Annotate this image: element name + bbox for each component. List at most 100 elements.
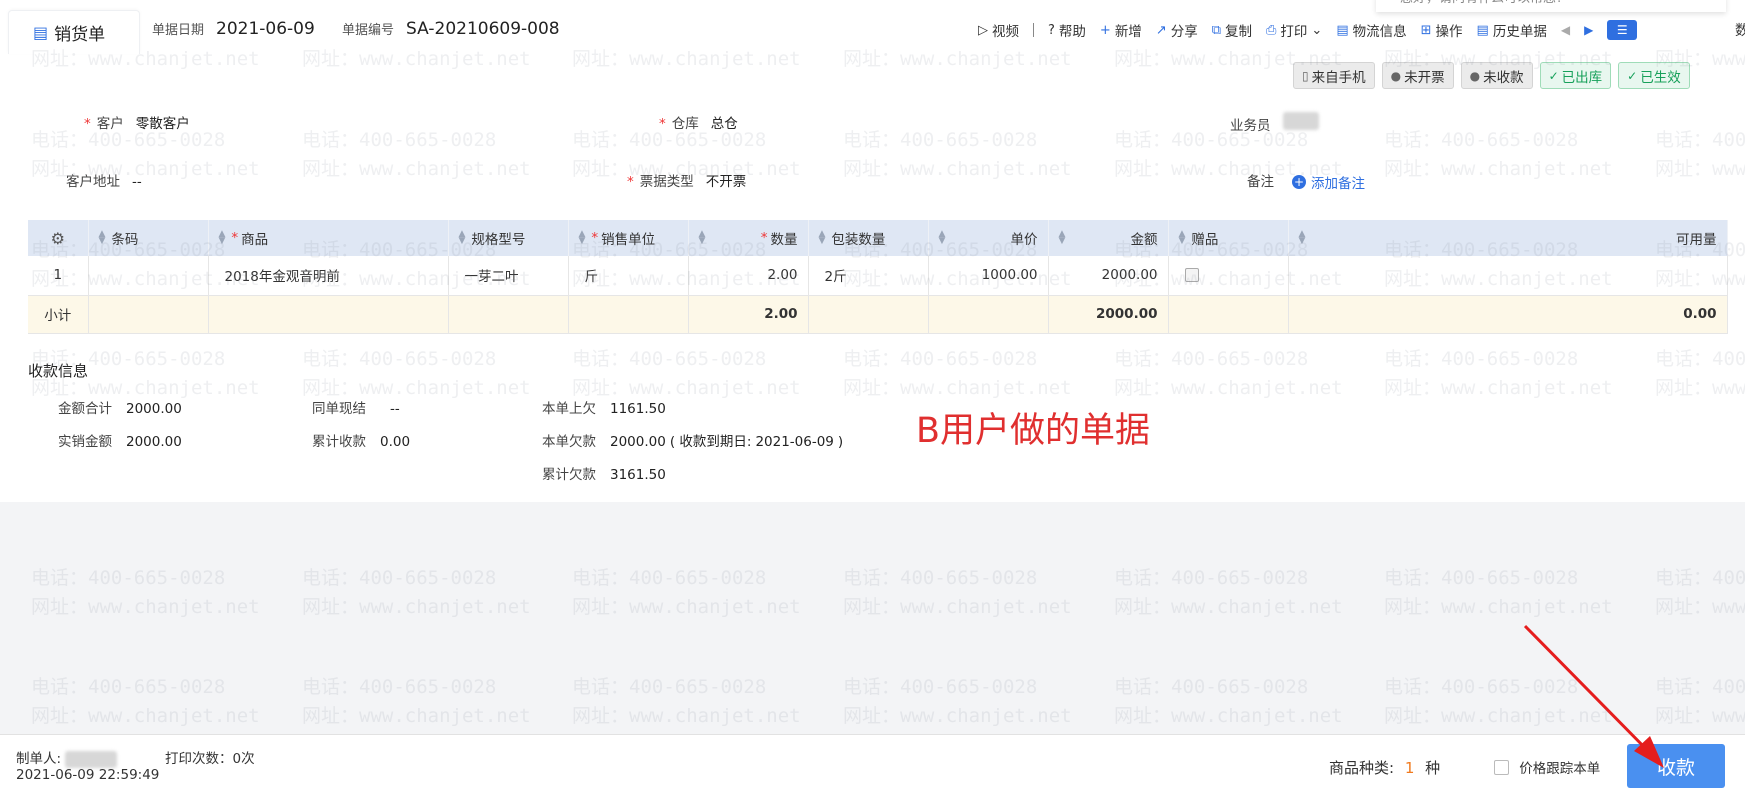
status-badge: ✓ 已生效	[1618, 62, 1690, 89]
gear-icon[interactable]: ⚙	[51, 229, 65, 248]
doc-number-value: SA-20210609-008	[406, 19, 560, 39]
warehouse-field[interactable]: * 仓库 总仓	[659, 112, 738, 132]
sort-icon[interactable]: ▲ ▼	[99, 230, 106, 246]
help-button[interactable]: ? 帮助	[1048, 20, 1086, 41]
payment-owed: 本单欠款 2000.00 ( 收款到期日: 2021-06-09 )	[542, 434, 844, 450]
column-product[interactable]: ▲ ▼ * 商品	[208, 220, 449, 256]
subtotal-row: 小计 2.00 2000.00 0.00	[28, 295, 1728, 334]
column-pack-qty[interactable]: ▲ ▼ 包装数量	[808, 220, 929, 256]
add-note-button[interactable]: + 添加备注	[1292, 172, 1365, 192]
print-count: 打印次数：0次	[165, 751, 255, 767]
column-barcode[interactable]: ▲ ▼ 条码	[88, 220, 209, 256]
print-button[interactable]: ⎙ 打印 ⌄	[1266, 20, 1322, 41]
sort-icon[interactable]: ▲ ▼	[579, 230, 586, 246]
chat-popup[interactable]: 您好，请问有什么可以帮您?	[1376, 0, 1726, 12]
invoice-type-field[interactable]: * 票据类型 不开票	[627, 170, 746, 190]
share-button[interactable]: ↗ 分享	[1156, 20, 1198, 41]
printer-icon: ⎙	[1266, 22, 1277, 38]
table-row[interactable]: 1 2018年金观音明前 一芽二叶 斤 2.00 2斤 1000.00 2000…	[28, 256, 1728, 296]
required-mark: *	[659, 116, 666, 132]
required-mark: *	[84, 116, 91, 132]
status-badge: ● 未开票	[1381, 62, 1454, 89]
payment-cumulative: 累计收款 0.00	[312, 434, 411, 450]
cell-unit[interactable]: 斤	[568, 256, 689, 296]
video-button[interactable]: ▷ 视频	[978, 20, 1019, 41]
check-icon: ✓	[1627, 68, 1638, 83]
customer-label: 客户	[96, 116, 124, 132]
watermark: 电话：400-665-0028网址：www.chanjet.net	[843, 676, 1072, 727]
sort-icon[interactable]: ▲ ▼	[699, 230, 706, 246]
column-unit[interactable]: ▲ ▼ * 销售单位	[568, 220, 689, 256]
watermark: 电话：400-665-0028网址：www.chanjet.net	[1655, 567, 1745, 618]
price-track-checkbox[interactable]	[1494, 760, 1509, 775]
plus-circle-icon: +	[1292, 175, 1306, 189]
customer-value[interactable]: 零散客户	[136, 112, 190, 132]
next-arrow-icon[interactable]: ▶	[1584, 23, 1593, 37]
collect-payment-button[interactable]: 收款	[1627, 744, 1725, 788]
items-table: ⚙ ▲ ▼ 条码 ▲ ▼ * 商品 ▲ ▼ 规格型号 ▲ ▼ * 销售单位 ▲ ▼ * 数量 ▲ ▼ 包装数量…	[28, 220, 1728, 334]
due-date[interactable]: 2021-06-09	[755, 434, 833, 450]
column-amount[interactable]: ▲ ▼ 金额	[1048, 220, 1169, 256]
column-available[interactable]: ▲ ▼ 可用量	[1288, 220, 1728, 256]
sort-icon[interactable]: ▲ ▼	[459, 230, 466, 246]
creator: 制单人:	[16, 747, 118, 768]
required-mark: *	[627, 174, 634, 190]
doc-number-label: 单据编号	[342, 23, 395, 38]
prev-arrow-icon[interactable]: ◀	[1561, 23, 1570, 37]
tab-sales-order[interactable]: ▤ 销货单	[8, 10, 140, 54]
help-icon: ?	[1048, 22, 1055, 38]
copy-button[interactable]: ⧉ 复制	[1212, 20, 1252, 41]
sort-icon[interactable]: ▲ ▼	[219, 230, 226, 246]
watermark: 电话：400-665-0028网址：www.chanjet.net	[572, 676, 801, 727]
watermark: 电话：400-665-0028网址：www.chanjet.net	[302, 567, 531, 618]
menu-icon[interactable]: ☰	[1607, 20, 1638, 40]
new-button[interactable]: + 新增	[1100, 20, 1142, 41]
subtotal-available: 0.00	[1288, 295, 1728, 334]
alert-icon: ●	[1469, 68, 1481, 83]
operate-button[interactable]: ⊞ 操作	[1421, 20, 1463, 41]
cell-qty[interactable]: 2.00	[688, 256, 809, 296]
salesperson-field[interactable]: 业务员	[1230, 112, 1319, 134]
column-qty[interactable]: ▲ ▼ * 数量	[688, 220, 809, 256]
invoice-type-value[interactable]: 不开票	[706, 170, 747, 190]
cell-available	[1288, 256, 1728, 296]
cell-pack-qty[interactable]: 2斤	[808, 256, 929, 296]
watermark: 电话：400-665-0028网址：www.chanjet.net	[31, 567, 260, 618]
watermark: 电话：400-665-0028网址：www.chanjet.net	[1384, 567, 1613, 618]
cell-amount[interactable]: 2000.00	[1048, 256, 1169, 296]
sort-icon[interactable]: ▲ ▼	[1059, 230, 1066, 246]
cell-spec[interactable]: 一芽二叶	[448, 256, 569, 296]
logistics-button[interactable]: ▤ 物流信息	[1336, 20, 1406, 41]
column-gift[interactable]: ▲ ▼ 赠品	[1168, 220, 1289, 256]
footer-bar: 制单人: 打印次数：0次 2021-06-09 22:59:49 商品种类: 1…	[0, 734, 1745, 795]
check-icon: ✓	[1548, 68, 1559, 83]
sort-icon[interactable]: ▲ ▼	[939, 230, 946, 246]
customer-field[interactable]: * 客户 零散客户	[84, 112, 190, 132]
column-spec[interactable]: ▲ ▼ 规格型号	[448, 220, 569, 256]
sort-icon[interactable]: ▲ ▼	[819, 230, 826, 246]
gift-checkbox[interactable]	[1184, 268, 1199, 283]
warehouse-value[interactable]: 总仓	[711, 112, 738, 132]
status-badge: ✓ 已出库	[1539, 62, 1612, 89]
column-settings[interactable]: ⚙	[28, 220, 89, 256]
watermark: 电话：400-665-0028网址：www.chanjet.net	[843, 567, 1072, 618]
toolbar-divider	[1033, 23, 1034, 37]
note-field: 备注 + 添加备注	[1247, 170, 1365, 192]
cell-gift[interactable]	[1168, 256, 1289, 296]
doc-number: 单据编号 SA-20210609-008	[342, 19, 560, 39]
sort-icon[interactable]: ▲ ▼	[1179, 230, 1186, 246]
cell-product[interactable]: 2018年金观音明前	[208, 256, 449, 296]
subtotal-qty: 2.00	[688, 295, 809, 334]
price-track-option[interactable]: 价格跟踪本单	[1494, 757, 1600, 777]
address-value[interactable]: --	[132, 174, 142, 190]
doc-date-label: 单据日期	[152, 23, 205, 38]
address-field[interactable]: 客户地址 --	[66, 170, 142, 190]
column-price[interactable]: ▲ ▼ 单价	[928, 220, 1049, 256]
history-button[interactable]: ▤ 历史单据	[1477, 20, 1547, 41]
cell-barcode[interactable]	[88, 256, 209, 296]
cell-price[interactable]: 1000.00	[928, 256, 1049, 296]
salesperson-value-redacted[interactable]	[1282, 112, 1319, 130]
created-datetime: 2021-06-09 22:59:49	[16, 767, 160, 783]
watermark: 电话：400-665-0028网址：www.chanjet.net	[1384, 676, 1613, 727]
sort-icon[interactable]: ▲ ▼	[1299, 230, 1306, 246]
